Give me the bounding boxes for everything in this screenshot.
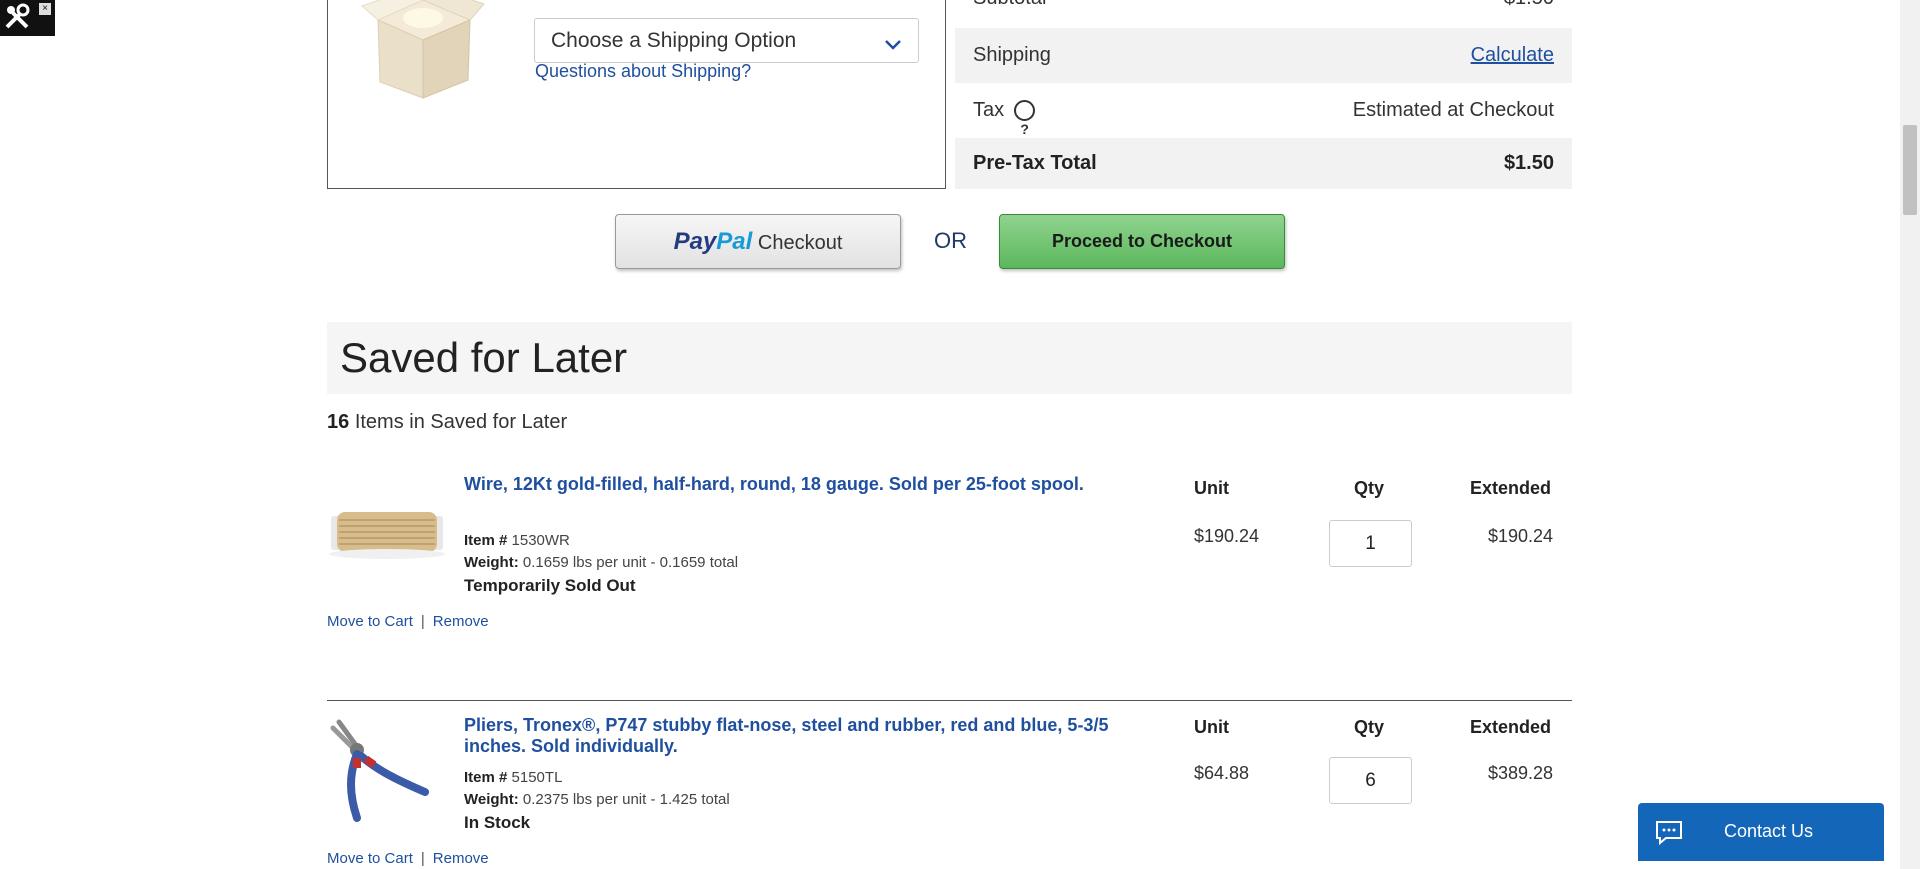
pretax-total-row: Pre-Tax Total $1.50 [955, 138, 1572, 189]
subtotal-label: Subtotal [973, 0, 1046, 8]
item-number-label: Item # [464, 532, 508, 549]
shipping-questions-link[interactable]: Questions about Shipping? [535, 61, 751, 82]
item-weight: Weight: 0.1659 lbs per unit - 0.1659 tot… [464, 554, 738, 571]
shipping-row: Shipping Calculate [955, 28, 1572, 83]
wire-spool-image [327, 502, 452, 602]
weight-value: 0.1659 lbs per unit - 0.1659 total [522, 554, 739, 571]
item-number-value: 5150TL [511, 769, 563, 786]
item-divider [327, 700, 1572, 701]
stock-status: In Stock [464, 813, 531, 832]
remove-link[interactable]: Remove [433, 613, 489, 630]
remove-link[interactable]: Remove [433, 850, 489, 867]
saved-item: Pliers, Tronex®, P747 stubby flat-nose, … [327, 709, 1572, 869]
item-number-value: 1530WR [511, 532, 570, 549]
pretax-label: Pre-Tax Total [973, 152, 1097, 174]
action-separator: | [420, 613, 425, 630]
saved-count-number: 16 [327, 411, 350, 433]
tax-label: Tax [973, 99, 1005, 121]
shipping-panel: Choose a Shipping Option Questions about… [327, 0, 946, 189]
item-actions: Move to Cart | Remove [327, 850, 489, 867]
pretax-value: $1.50 [1503, 152, 1554, 174]
paypal-checkout-button[interactable]: PayPal Checkout [615, 214, 901, 269]
proceed-to-checkout-button[interactable]: Proceed to Checkout [999, 214, 1285, 269]
move-to-cart-link[interactable]: Move to Cart [327, 613, 413, 630]
unit-header: Unit [1194, 717, 1229, 737]
subtotal-value: $1.50 [1504, 0, 1554, 8]
subtotal-row: Subtotal $1.50 [955, 0, 1572, 18]
chevron-down-icon [884, 33, 902, 57]
shipping-label: Shipping [973, 44, 1051, 66]
extended-header: Extended [1470, 717, 1552, 737]
or-separator: OR [934, 228, 967, 253]
page-title: Saved for Later [340, 334, 628, 381]
contact-us-button[interactable]: Contact Us [1638, 803, 1884, 861]
help-icon[interactable]: ? [1014, 100, 1036, 137]
action-separator: | [420, 850, 425, 867]
calculate-shipping-link[interactable]: Calculate [1471, 28, 1554, 83]
shipping-box-image [358, 0, 488, 108]
order-totals: Subtotal $1.50 Shipping Calculate Tax? E… [955, 0, 1572, 189]
tax-row: Tax? Estimated at Checkout [955, 83, 1572, 138]
quantity-input[interactable]: 6 [1329, 757, 1412, 804]
qty-header: Qty [1354, 717, 1385, 737]
quantity-input[interactable]: 1 [1329, 520, 1412, 567]
extended-header: Extended [1470, 478, 1552, 498]
weight-label: Weight: [464, 791, 519, 808]
stock-status: Temporarily Sold Out [464, 576, 636, 595]
extended-price: $190.24 [1488, 526, 1554, 546]
saved-count: 16 Items in Saved for Later [327, 411, 567, 434]
shipping-option-select[interactable]: Choose a Shipping Option [534, 18, 919, 63]
item-title-link[interactable]: Wire, 12Kt gold-filled, half-hard, round… [464, 474, 1144, 495]
paypal-logo-2: Pal [716, 228, 753, 255]
item-number: Item # 5150TL [464, 769, 562, 786]
weight-label: Weight: [464, 554, 519, 571]
paypal-logo: Pay [673, 228, 717, 255]
chat-icon [1654, 819, 1684, 850]
tools-icon[interactable]: × [0, 0, 55, 36]
item-weight: Weight: 0.2375 lbs per unit - 1.425 tota… [464, 791, 730, 808]
extended-price: $389.28 [1488, 763, 1554, 783]
qty-header: Qty [1354, 478, 1385, 498]
paypal-checkout-label: Checkout [757, 232, 843, 254]
item-number-label: Item # [464, 769, 508, 786]
item-number: Item # 1530WR [464, 532, 570, 549]
pliers-image [327, 714, 452, 822]
scrollbar-thumb[interactable] [1903, 125, 1917, 215]
unit-price: $190.24 [1194, 526, 1260, 546]
unit-header: Unit [1194, 478, 1229, 498]
shipping-option-value: Choose a Shipping Option [551, 29, 797, 52]
saved-item: Wire, 12Kt gold-filled, half-hard, round… [327, 470, 1572, 640]
move-to-cart-link[interactable]: Move to Cart [327, 850, 413, 867]
tax-value: Estimated at Checkout [1352, 99, 1554, 121]
item-title-link[interactable]: Pliers, Tronex®, P747 stubby flat-nose, … [464, 715, 1144, 757]
contact-us-label: Contact Us [1724, 821, 1814, 841]
saved-for-later-header: Saved for Later [327, 322, 1572, 394]
weight-value: 0.2375 lbs per unit - 1.425 total [522, 791, 730, 808]
unit-price: $64.88 [1194, 763, 1250, 783]
close-icon[interactable]: × [39, 3, 51, 15]
item-actions: Move to Cart | Remove [327, 613, 489, 630]
saved-count-text: Items in Saved for Later [354, 411, 568, 433]
